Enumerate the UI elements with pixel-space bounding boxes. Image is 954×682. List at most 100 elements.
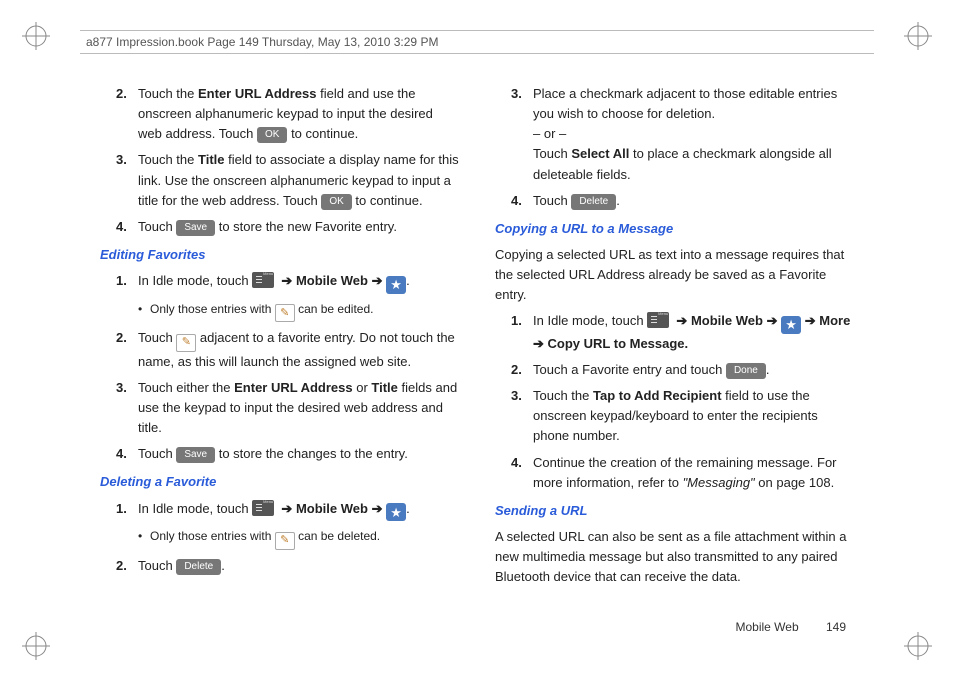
bold-term: Title — [198, 152, 225, 167]
section-name: Mobile Web — [735, 620, 798, 634]
bold-term: Mobile Web — [296, 501, 368, 516]
subheading: Editing Favorites — [100, 245, 459, 265]
arrow-icon: ➔ — [805, 313, 816, 328]
star-icon: ★ — [781, 316, 801, 334]
menu-icon — [647, 312, 669, 328]
subheading: Sending a URL — [495, 501, 854, 521]
step-number: 3. — [116, 378, 138, 438]
reference-text: "Messaging" — [683, 475, 759, 490]
ok-button-icon: OK — [321, 194, 351, 210]
crop-mark-icon — [22, 22, 50, 50]
bold-term: Select All — [571, 146, 629, 161]
star-icon: ★ — [386, 503, 406, 521]
step-number: 1. — [116, 499, 138, 522]
crop-mark-icon — [904, 22, 932, 50]
save-button-icon: Save — [176, 220, 215, 236]
step-text: Touch Delete. — [138, 556, 459, 576]
bold-term: Title — [371, 380, 398, 395]
step-text: Touch the Enter URL Address field and us… — [138, 84, 459, 144]
step-text: Continue the creation of the remaining m… — [533, 453, 854, 493]
step-number: 4. — [511, 191, 533, 211]
pencil-icon: ✎ — [176, 334, 196, 352]
bold-term: More — [819, 313, 850, 328]
arrow-icon: ➔ — [676, 313, 687, 328]
menu-icon — [252, 272, 274, 288]
bullet-item: • Only those entries with ✎ can be delet… — [138, 527, 459, 550]
step-number: 1. — [511, 311, 533, 354]
list-item: 3. Touch the Tap to Add Recipient field … — [511, 386, 854, 446]
page-header: a877 Impression.book Page 149 Thursday, … — [80, 30, 874, 54]
step-text: Touch the Title field to associate a dis… — [138, 150, 459, 210]
bullet-text: Only those entries with ✎ can be edited. — [150, 300, 373, 323]
step-number: 4. — [116, 444, 138, 464]
save-button-icon: Save — [176, 447, 215, 463]
paragraph: Copying a selected URL as text into a me… — [495, 245, 854, 305]
bold-term: Mobile Web — [296, 273, 368, 288]
list-item: 4. Continue the creation of the remainin… — [511, 453, 854, 493]
bold-term: Enter URL Address — [234, 380, 352, 395]
bullet-item: • Only those entries with ✎ can be edite… — [138, 300, 459, 323]
bullet-icon: • — [138, 527, 150, 550]
list-item: 2. Touch a Favorite entry and touch Done… — [511, 360, 854, 380]
step-text: In Idle mode, touch ➔ Mobile Web ➔ ★. — [138, 499, 459, 522]
star-icon: ★ — [386, 276, 406, 294]
bold-term: Mobile Web — [691, 313, 763, 328]
bullet-icon: • — [138, 300, 150, 323]
subheading: Copying a URL to a Message — [495, 219, 854, 239]
step-number: 4. — [116, 217, 138, 237]
step-number: 2. — [116, 328, 138, 372]
arrow-icon: ➔ — [372, 501, 383, 516]
delete-button-icon: Delete — [176, 559, 221, 575]
arrow-icon: ➔ — [281, 501, 292, 516]
list-item: 4. Touch Delete. — [511, 191, 854, 211]
pencil-icon: ✎ — [275, 532, 295, 550]
list-item: 3. Touch either the Enter URL Address or… — [116, 378, 459, 438]
step-number: 4. — [511, 453, 533, 493]
step-text: Touch ✎ adjacent to a favorite entry. Do… — [138, 328, 459, 372]
bold-term: Tap to Add Recipient — [593, 388, 722, 403]
step-number: 3. — [511, 84, 533, 185]
page-footer: Mobile Web 149 — [735, 620, 846, 634]
list-item: 3. Touch the Title field to associate a … — [116, 150, 459, 210]
bullet-text: Only those entries with ✎ can be deleted… — [150, 527, 380, 550]
step-text: Touch the Tap to Add Recipient field to … — [533, 386, 854, 446]
list-item: 4. Touch Save to store the changes to th… — [116, 444, 459, 464]
done-button-icon: Done — [726, 363, 766, 379]
list-item: 4. Touch Save to store the new Favorite … — [116, 217, 459, 237]
right-column: 3. Place a checkmark adjacent to those e… — [495, 82, 854, 622]
list-item: 1. In Idle mode, touch ➔ Mobile Web ➔ ★. — [116, 499, 459, 522]
step-number: 2. — [116, 556, 138, 576]
step-number: 2. — [116, 84, 138, 144]
arrow-icon: ➔ — [372, 273, 383, 288]
pencil-icon: ✎ — [275, 304, 295, 322]
step-text: Touch Delete. — [533, 191, 854, 211]
list-item: 1. In Idle mode, touch ➔ Mobile Web ➔ ★. — [116, 271, 459, 294]
list-item: 3. Place a checkmark adjacent to those e… — [511, 84, 854, 185]
step-text: Place a checkmark adjacent to those edit… — [533, 84, 854, 185]
list-item: 2. Touch Delete. — [116, 556, 459, 576]
step-text: Touch a Favorite entry and touch Done. — [533, 360, 854, 380]
page-body: 2. Touch the Enter URL Address field and… — [100, 82, 854, 622]
ok-button-icon: OK — [257, 127, 287, 143]
delete-button-icon: Delete — [571, 194, 616, 210]
step-number: 3. — [116, 150, 138, 210]
step-number: 3. — [511, 386, 533, 446]
list-item: 2. Touch the Enter URL Address field and… — [116, 84, 459, 144]
list-item: 1. In Idle mode, touch ➔ Mobile Web ➔ ★ … — [511, 311, 854, 354]
menu-icon — [252, 500, 274, 516]
list-item: 2. Touch ✎ adjacent to a favorite entry.… — [116, 328, 459, 372]
subheading: Deleting a Favorite — [100, 472, 459, 492]
crop-mark-icon — [904, 632, 932, 660]
left-column: 2. Touch the Enter URL Address field and… — [100, 82, 459, 622]
step-text: Touch Save to store the changes to the e… — [138, 444, 459, 464]
step-number: 1. — [116, 271, 138, 294]
arrow-icon: ➔ — [767, 313, 778, 328]
bold-term: Enter URL Address — [198, 86, 316, 101]
step-number: 2. — [511, 360, 533, 380]
page-number: 149 — [826, 620, 846, 634]
crop-mark-icon — [22, 632, 50, 660]
paragraph: A selected URL can also be sent as a fil… — [495, 527, 854, 587]
step-text: Touch Save to store the new Favorite ent… — [138, 217, 459, 237]
step-text: In Idle mode, touch ➔ Mobile Web ➔ ★ ➔ M… — [533, 311, 854, 354]
step-text: In Idle mode, touch ➔ Mobile Web ➔ ★. — [138, 271, 459, 294]
